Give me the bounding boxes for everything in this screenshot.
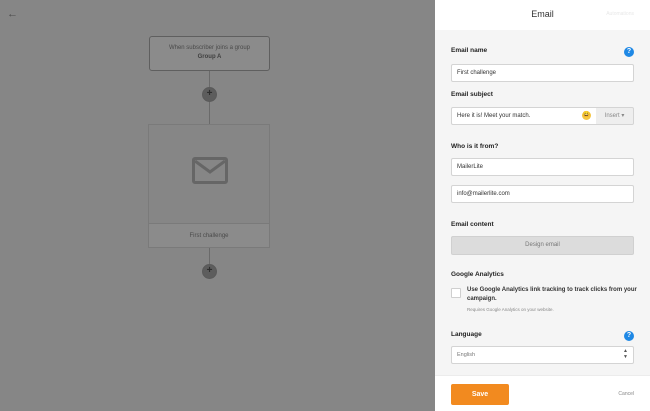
analytics-checkbox[interactable] (451, 288, 461, 298)
email-content-label: Email content (451, 221, 494, 228)
connector-line (209, 248, 210, 264)
envelope-icon (192, 157, 228, 184)
language-select[interactable]: English ▲ ▼ (451, 346, 634, 364)
back-arrow-icon[interactable]: ← (7, 9, 18, 20)
panel-body: Email name ? First challenge Email subje… (435, 30, 650, 375)
trigger-text: When subscriber joins a group (168, 45, 251, 51)
analytics-requirement-note: Requires Google Analytics on your websit… (467, 307, 554, 312)
google-analytics-label: Google Analytics (451, 271, 504, 278)
language-value: English (457, 352, 476, 358)
sender-email-input[interactable]: info@mailerlite.com (451, 185, 634, 203)
cancel-link[interactable]: Cancel (618, 391, 634, 397)
panel-header: Email Automations (435, 0, 650, 30)
select-arrows-icon: ▲ ▼ (623, 348, 628, 360)
help-icon[interactable]: ? (624, 47, 634, 57)
email-subject-label: Email subject (451, 91, 493, 98)
email-subject-input[interactable]: Here it is! Meet your match. (451, 107, 597, 125)
help-icon[interactable]: ? (624, 331, 634, 341)
add-step-button[interactable]: + (202, 264, 217, 279)
emoji-icon[interactable]: 😀 (582, 111, 591, 120)
analytics-checkbox-text: Use Google Analytics link tracking to tr… (467, 287, 637, 302)
insert-button[interactable]: Insert ▾ (596, 107, 634, 125)
header-link[interactable]: Automations (606, 11, 634, 17)
save-button[interactable]: Save (451, 384, 509, 405)
email-name-label: Email name (451, 47, 488, 54)
add-step-button[interactable]: + (202, 87, 217, 102)
email-step-name: First challenge (149, 223, 269, 247)
workflow-canvas: ← When subscriber joins a group Group A … (0, 0, 435, 411)
design-email-button[interactable]: Design email (451, 236, 634, 255)
email-name-input[interactable]: First challenge (451, 64, 634, 82)
email-step-node[interactable]: First challenge (148, 124, 270, 248)
email-subject-value: Here it is! Meet your match. (457, 113, 531, 119)
trigger-group: Group A (197, 54, 222, 60)
connector-line (209, 71, 210, 87)
connector-line (209, 102, 210, 124)
trigger-node[interactable]: When subscriber joins a group Group A (149, 36, 270, 71)
language-label: Language (451, 331, 482, 338)
from-label: Who is it from? (451, 143, 499, 150)
panel-footer: Save Cancel (435, 375, 650, 411)
email-settings-panel: Email Automations Email name ? First cha… (435, 0, 650, 411)
sender-name-input[interactable]: MailerLite (451, 158, 634, 176)
